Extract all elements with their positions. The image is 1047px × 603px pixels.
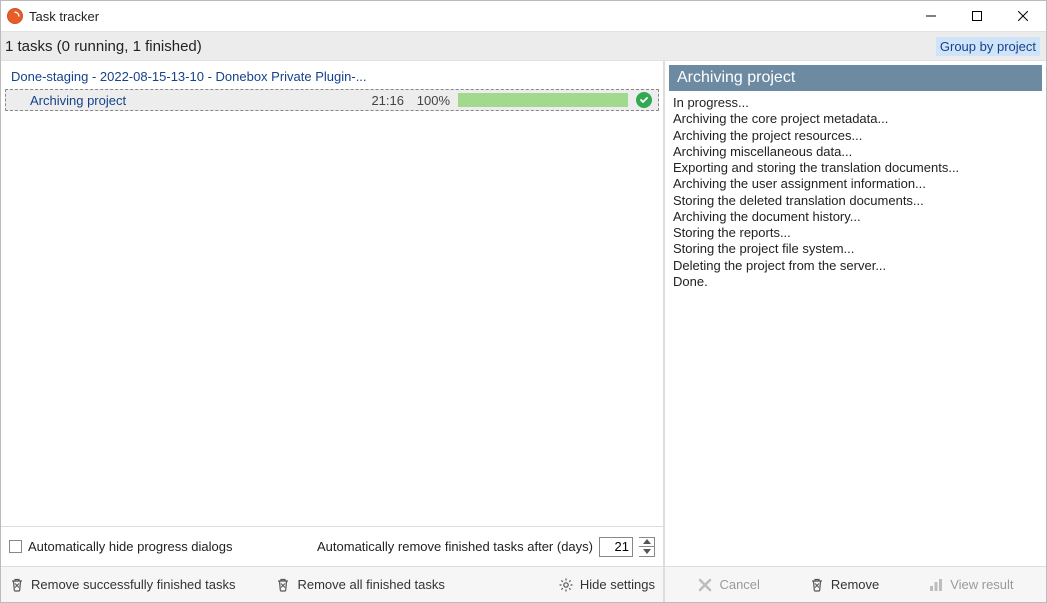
remove-button[interactable]: Remove (809, 577, 879, 593)
trash-icon (9, 577, 25, 593)
log-line: Archiving miscellaneous data... (673, 144, 1038, 160)
right-action-bar: Cancel Remove View result (665, 566, 1046, 602)
project-header[interactable]: Done-staging - 2022-08-15-13-10 - Donebo… (5, 65, 659, 88)
task-summary: 1 tasks (0 running, 1 finished) (5, 38, 936, 55)
days-spinner-up[interactable] (639, 538, 654, 548)
minimize-button[interactable] (908, 1, 954, 31)
detail-title: Archiving project (669, 65, 1042, 91)
view-result-label: View result (950, 577, 1013, 592)
hide-settings-button[interactable]: Hide settings (558, 577, 655, 593)
left-action-bar: Remove successfully finished tasks Remov… (1, 566, 663, 602)
cancel-button[interactable]: Cancel (697, 577, 759, 593)
app-icon (7, 8, 23, 24)
log-line: Storing the deleted translation document… (673, 193, 1038, 209)
hide-settings-label: Hide settings (580, 577, 655, 592)
task-percent: 100% (404, 93, 450, 108)
cancel-label: Cancel (719, 577, 759, 592)
window-title: Task tracker (29, 9, 908, 24)
log-line: Storing the reports... (673, 225, 1038, 241)
task-status-icon-wrap (628, 92, 652, 108)
remove-success-button[interactable]: Remove successfully finished tasks (9, 577, 235, 593)
days-spinner-down[interactable] (639, 547, 654, 556)
gear-icon (558, 577, 574, 593)
window-controls (908, 1, 1046, 31)
task-list: Done-staging - 2022-08-15-13-10 - Donebo… (1, 61, 663, 526)
task-row[interactable]: Archiving project 21:16 100% (5, 89, 659, 111)
auto-remove-days-input[interactable] (599, 537, 633, 557)
left-options: Automatically hide progress dialogs Auto… (1, 526, 663, 566)
auto-hide-checkbox[interactable] (9, 540, 22, 553)
task-time: 21:16 (350, 93, 404, 108)
remove-all-label: Remove all finished tasks (297, 577, 444, 592)
group-by-project-link[interactable]: Group by project (936, 37, 1040, 56)
log-line: Archiving the document history... (673, 209, 1038, 225)
log-line: Done. (673, 274, 1038, 290)
detail-log: In progress...Archiving the core project… (665, 95, 1046, 566)
log-line: Archiving the user assignment informatio… (673, 176, 1038, 192)
status-row: 1 tasks (0 running, 1 finished) Group by… (1, 31, 1046, 61)
left-pane: Done-staging - 2022-08-15-13-10 - Donebo… (1, 61, 665, 602)
titlebar: Task tracker (1, 1, 1046, 31)
task-name: Archiving project (30, 93, 350, 108)
close-button[interactable] (1000, 1, 1046, 31)
progress-bar-fill (458, 93, 628, 107)
remove-all-button[interactable]: Remove all finished tasks (275, 577, 444, 593)
log-line: Archiving the project resources... (673, 128, 1038, 144)
log-line: Archiving the core project metadata... (673, 111, 1038, 127)
progress-bar (458, 93, 628, 107)
auto-remove-label: Automatically remove finished tasks afte… (317, 539, 593, 554)
bar-chart-icon (928, 577, 944, 593)
trash-icon (275, 577, 291, 593)
cancel-icon (697, 577, 713, 593)
log-line: Deleting the project from the server... (673, 258, 1038, 274)
right-pane: Archiving project In progress...Archivin… (665, 61, 1046, 602)
auto-hide-label: Automatically hide progress dialogs (28, 539, 233, 554)
trash-icon (809, 577, 825, 593)
view-result-button[interactable]: View result (928, 577, 1013, 593)
days-spinner (639, 537, 655, 557)
log-line: Exporting and storing the translation do… (673, 160, 1038, 176)
remove-success-label: Remove successfully finished tasks (31, 577, 235, 592)
remove-label: Remove (831, 577, 879, 592)
check-icon (636, 92, 652, 108)
auto-remove-days-wrap: Automatically remove finished tasks afte… (317, 537, 655, 557)
body: Done-staging - 2022-08-15-13-10 - Donebo… (1, 61, 1046, 602)
log-line: In progress... (673, 95, 1038, 111)
maximize-button[interactable] (954, 1, 1000, 31)
task-tracker-window: Task tracker 1 tasks (0 running, 1 finis… (0, 0, 1047, 603)
log-line: Storing the project file system... (673, 241, 1038, 257)
